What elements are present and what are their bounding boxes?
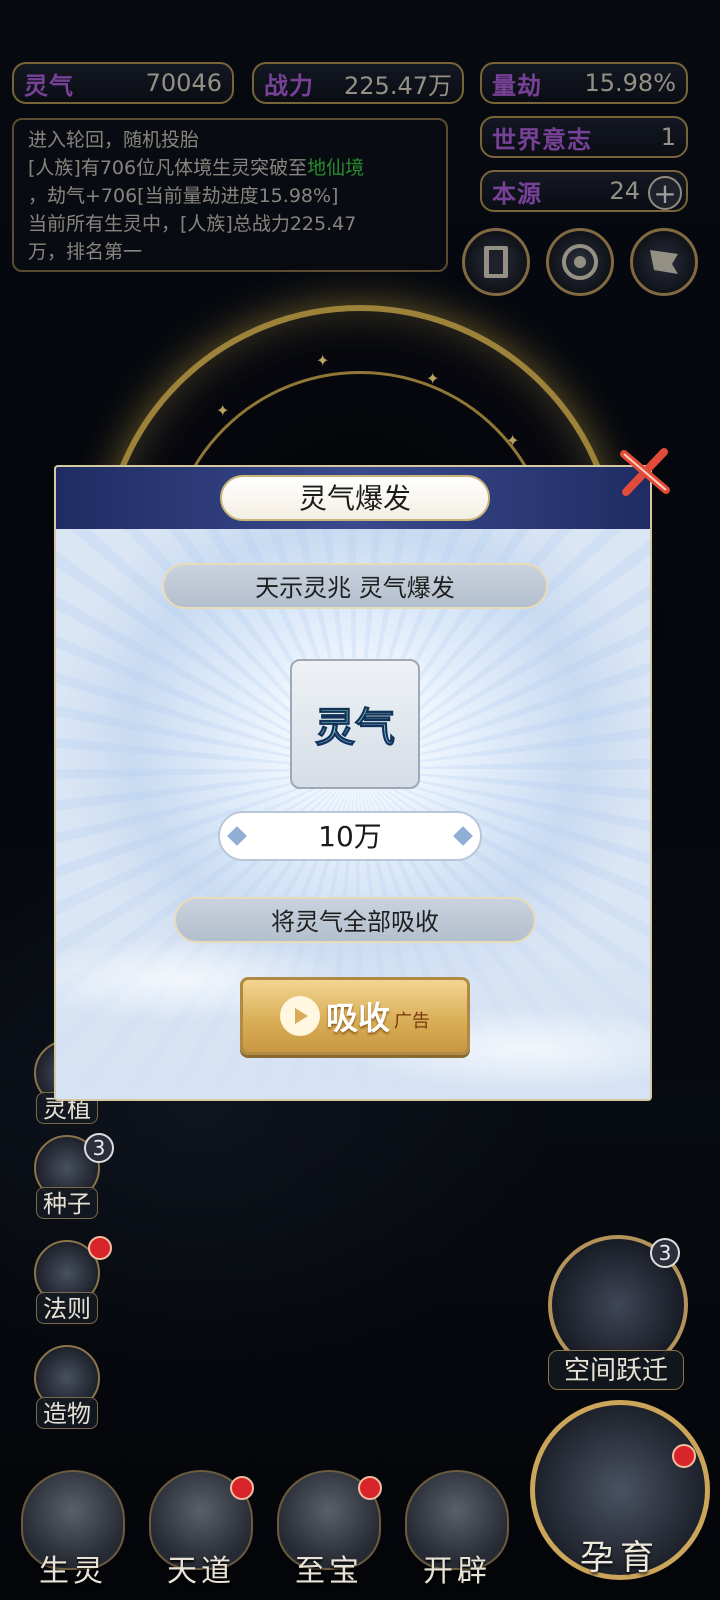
notification-dot: [358, 1476, 382, 1500]
nav-heaven[interactable]: 天道: [142, 1470, 260, 1598]
side-item-label: 法则: [36, 1292, 98, 1324]
modal-description: 将灵气全部吸收: [174, 897, 536, 943]
modal-title: 灵气爆发: [220, 475, 490, 521]
nav-open[interactable]: 开辟: [398, 1470, 516, 1598]
notification-dot: [672, 1444, 696, 1468]
nav-treasure[interactable]: 至宝: [270, 1470, 388, 1598]
close-icon: [620, 448, 670, 496]
diamond-icon: [227, 826, 247, 846]
space-jump-label: 空间跃迁: [548, 1350, 684, 1390]
nav-label: 天道: [167, 1554, 235, 1589]
modal-subtitle: 天示灵兆 灵气爆发: [162, 563, 548, 609]
absorb-ad-button[interactable]: 吸收 广告: [240, 977, 470, 1055]
nav-label: 至宝: [295, 1554, 363, 1589]
seeds-badge: 3: [84, 1133, 114, 1163]
ad-label: 广告: [394, 1011, 430, 1032]
side-item-seeds[interactable]: 种子 3: [28, 1133, 114, 1225]
nav-label: 开辟: [423, 1554, 491, 1589]
notification-dot: [88, 1236, 112, 1260]
notification-dot: [230, 1476, 254, 1500]
space-jump-badge: 3: [650, 1238, 680, 1268]
nav-label: 生灵: [39, 1554, 107, 1589]
side-item-creation[interactable]: 造物: [28, 1345, 106, 1435]
reward-amount: 10万: [218, 811, 482, 861]
reward-amount-value: 10万: [318, 820, 382, 853]
video-play-icon: [279, 996, 320, 1036]
side-item-label: 造物: [36, 1397, 98, 1429]
close-button[interactable]: [612, 440, 676, 504]
side-item-laws[interactable]: 法则: [28, 1236, 112, 1330]
side-item-label: 种子: [36, 1187, 98, 1219]
reward-item: 灵气: [290, 659, 420, 789]
absorb-label: 吸收: [325, 999, 390, 1037]
diamond-icon: [453, 826, 473, 846]
reward-item-name: 灵气: [315, 695, 396, 753]
nav-creatures[interactable]: 生灵: [14, 1470, 132, 1598]
lingqi-burst-modal: 灵气爆发 天示灵兆 灵气爆发 灵气 10万 将灵气全部吸收 吸收 广告: [54, 465, 652, 1101]
incubate-label: 孕育: [580, 1538, 660, 1578]
